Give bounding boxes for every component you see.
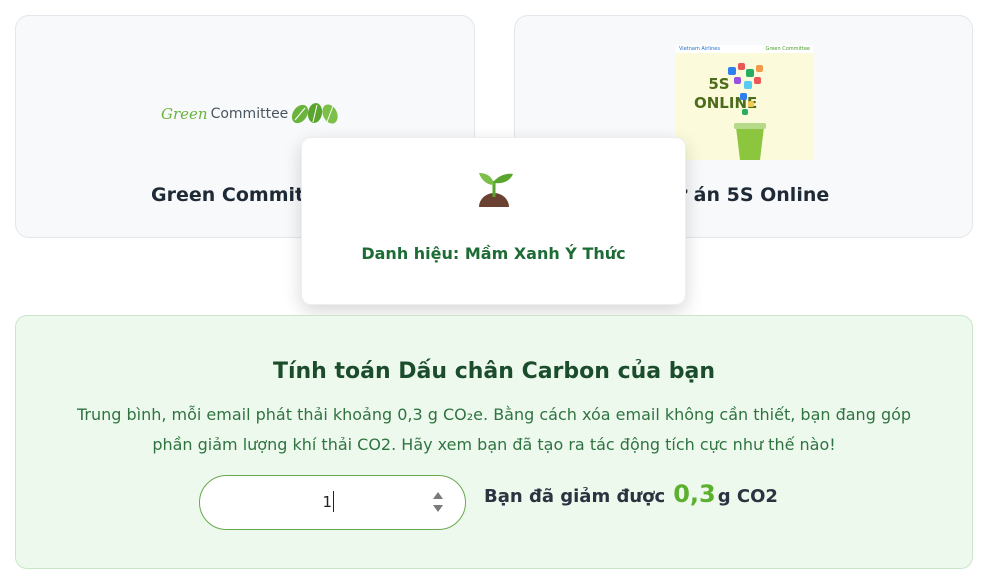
number-spinner[interactable]: [433, 492, 443, 512]
carbon-calculator: Tính toán Dấu chân Carbon của bạn Trung …: [15, 315, 973, 569]
logo-green-text: Green: [161, 105, 208, 123]
text-caret: [333, 491, 334, 512]
email-count-input[interactable]: 1: [199, 475, 466, 530]
page: Green Committee Green Committee Vietnam …: [0, 0, 986, 582]
leaves-icon: [291, 102, 339, 126]
result-unit: g CO2: [717, 486, 778, 507]
spin-down-icon[interactable]: [433, 505, 443, 512]
5s-online-thumbnail: Vietnam Airlines Green Committee 5S ONLI…: [676, 45, 813, 160]
sprout-icon: [473, 167, 515, 211]
popup-title: Danh hiệu: Mầm Xanh Ý Thức: [361, 244, 626, 263]
result-value: 0,3: [673, 480, 716, 508]
calculator-title: Tính toán Dấu chân Carbon của bạn: [272, 359, 716, 384]
achievement-popup: Danh hiệu: Mầm Xanh Ý Thức: [301, 137, 686, 305]
email-count-value: 1: [322, 493, 332, 511]
spin-up-icon[interactable]: [433, 492, 443, 499]
carbon-result: Bạn đã giảm được 0,3 g CO2: [484, 480, 778, 508]
logo-committee-text: Committee: [210, 106, 289, 122]
green-committee-logo: Green Committee: [161, 102, 339, 126]
calculator-description: Trung bình, mỗi email phát thải khoảng 0…: [76, 405, 912, 454]
recycle-cup-icon: [728, 63, 766, 160]
result-prefix: Bạn đã giảm được: [484, 486, 666, 507]
